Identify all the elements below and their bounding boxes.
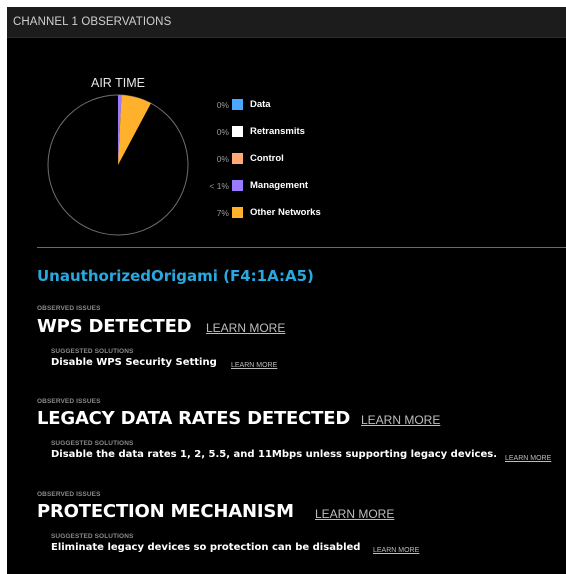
suggested-solutions-label: SUGGESTED SOLUTIONS [51,440,134,447]
chart-title: AIR TIME [91,76,145,90]
legend-pct: 7% [216,208,229,218]
solution-learn-more-link[interactable]: LEARN MORE [373,547,419,554]
legend-label: Other Networks [250,207,321,218]
air-time-pie-chart [47,94,189,236]
issue-learn-more-link[interactable]: LEARN MORE [206,321,285,335]
solution-learn-more-link[interactable]: LEARN MORE [505,455,551,462]
observed-issues-label: OBSERVED ISSUES [37,491,101,498]
legend-pct: 0% [216,100,229,110]
issue-learn-more-link[interactable]: LEARN MORE [361,413,440,427]
legend-swatch [232,99,243,110]
issue-title: WPS DETECTED [37,316,192,337]
solution-text: Disable WPS Security Setting [51,357,217,368]
panel-title: CHANNEL 1 OBSERVATIONS [13,16,172,28]
channel-observations-panel: CHANNEL 1 OBSERVATIONS AIR TIME 0% Data … [7,7,566,574]
observed-issues-label: OBSERVED ISSUES [37,398,101,405]
issue-title: LEGACY DATA RATES DETECTED [37,408,351,429]
legend-pct: 0% [216,127,229,137]
issue-learn-more-link[interactable]: LEARN MORE [315,507,394,521]
legend-label: Retransmits [250,126,305,137]
legend-item-other-networks: 7% Other Networks [189,207,349,221]
legend-label: Control [250,153,284,164]
legend-item-data: 0% Data [189,99,349,113]
legend-item-control: 0% Control [189,153,349,167]
suggested-solutions-label: SUGGESTED SOLUTIONS [51,533,134,540]
issue-title: PROTECTION MECHANISM [37,501,294,522]
legend-swatch [232,126,243,137]
solution-text: Disable the data rates 1, 2, 5.5, and 11… [51,449,498,460]
panel-header: CHANNEL 1 OBSERVATIONS [7,7,566,38]
legend-label: Management [250,180,309,191]
suggested-solutions-label: SUGGESTED SOLUTIONS [51,348,134,355]
legend-pct: 0% [216,154,229,164]
legend-pct: < 1% [209,181,229,191]
section-divider [37,247,566,248]
solution-text: Eliminate legacy devices so protection c… [51,542,361,553]
legend-label: Data [250,99,271,110]
solution-learn-more-link[interactable]: LEARN MORE [231,362,277,369]
network-name: UnauthorizedOrigami (F4:1A:A5) [37,267,314,285]
legend-swatch [232,207,243,218]
observed-issues-label: OBSERVED ISSUES [37,305,101,312]
legend-item-management: < 1% Management [189,180,349,194]
legend-swatch [232,180,243,191]
legend-item-retransmits: 0% Retransmits [189,126,349,140]
legend-swatch [232,153,243,164]
